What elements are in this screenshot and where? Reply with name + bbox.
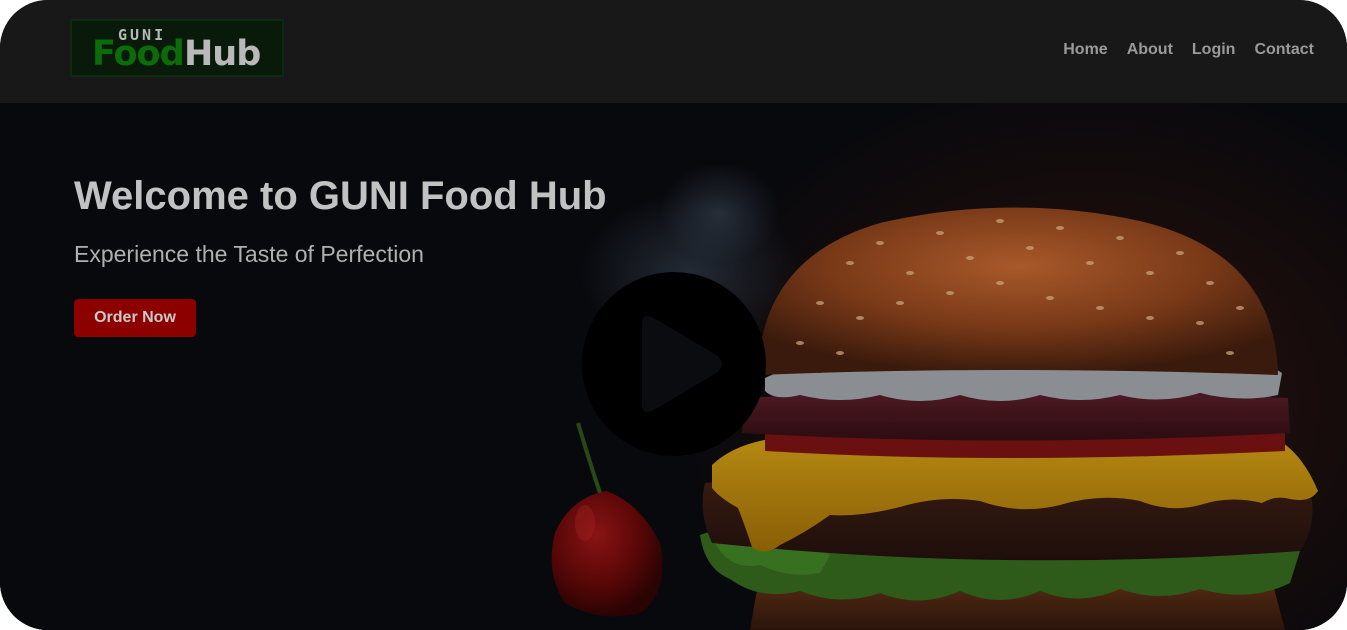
nav-link-contact[interactable]: Contact: [1254, 41, 1314, 59]
site-header: GUNI Food Hub Home About Login Contact: [0, 0, 1347, 103]
page-frame: GUNI Food Hub Home About Login Contact W…: [0, 0, 1347, 630]
play-icon: [642, 316, 722, 412]
hero-section: Welcome to GUNI Food Hub Experience the …: [0, 103, 1347, 630]
nav-link-login[interactable]: Login: [1192, 41, 1236, 59]
order-now-button[interactable]: Order Now: [74, 299, 196, 337]
logo-hub-text: Hub: [184, 34, 261, 74]
nav-link-home[interactable]: Home: [1063, 41, 1107, 59]
site-logo[interactable]: GUNI Food Hub: [70, 19, 284, 77]
nav-link-about[interactable]: About: [1127, 41, 1173, 59]
hero-subtitle: Experience the Taste of Perfection: [74, 241, 424, 267]
video-play-button[interactable]: [582, 272, 766, 456]
main-nav: Home About Login Contact: [1063, 41, 1314, 59]
hero-title: Welcome to GUNI Food Hub: [74, 174, 607, 218]
logo-food-text: Food: [92, 34, 185, 74]
